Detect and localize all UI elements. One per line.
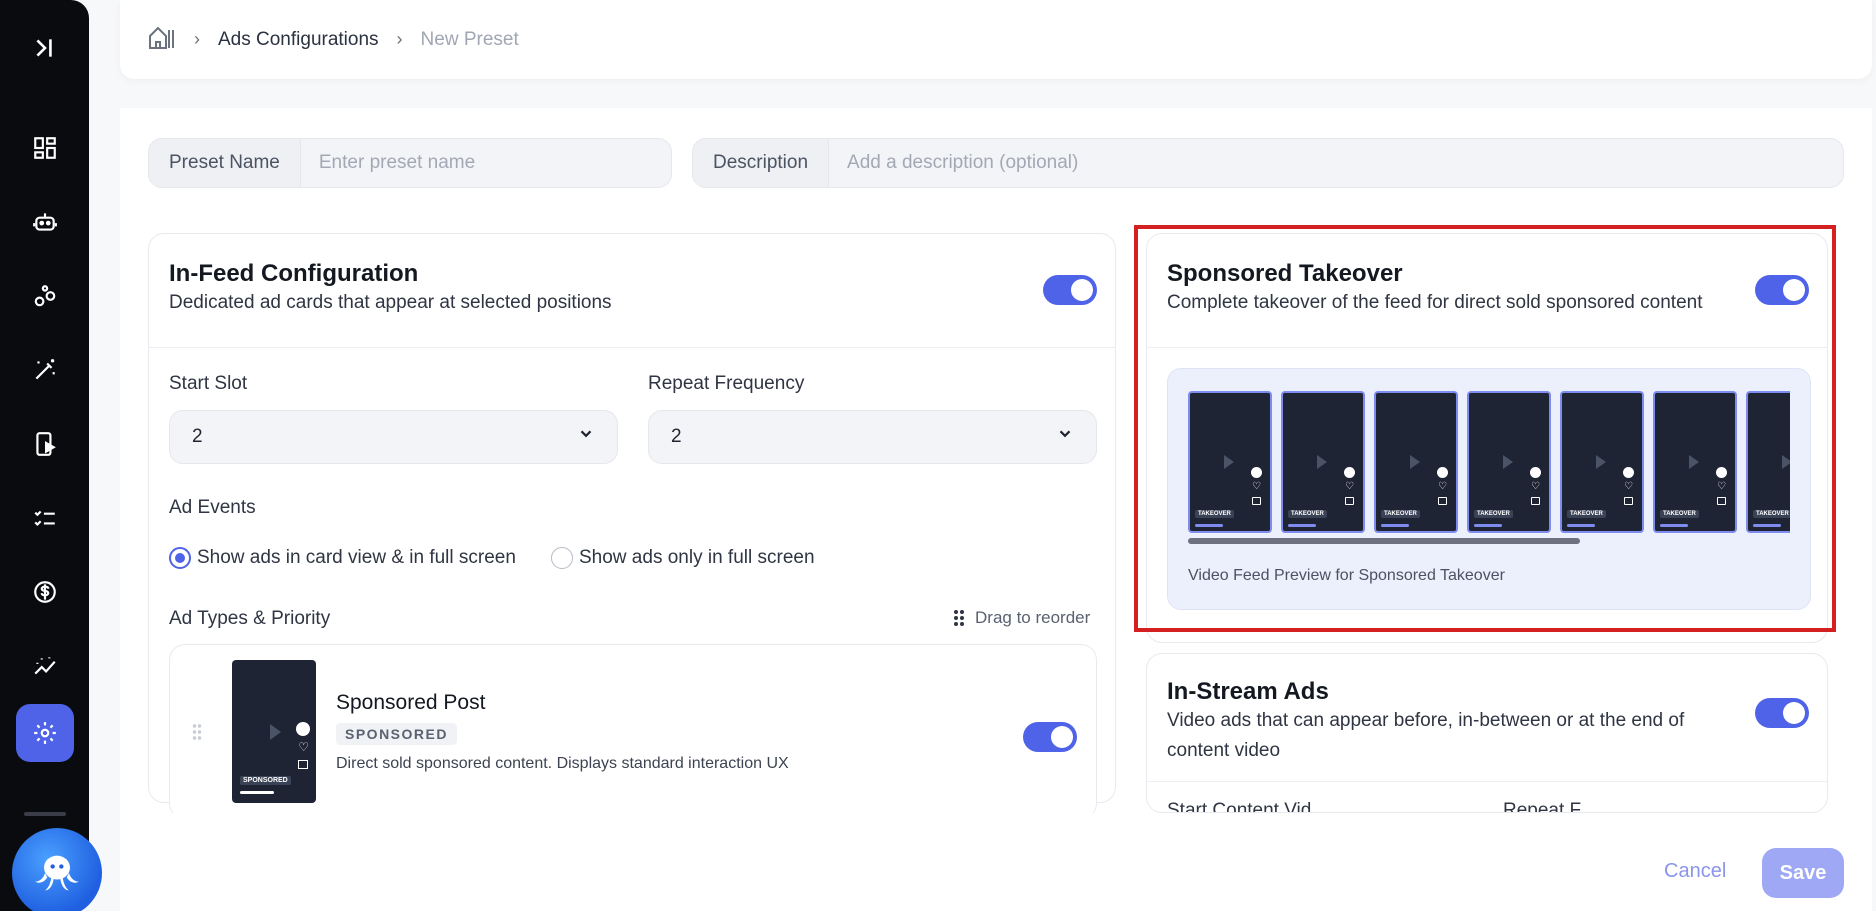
start-slot-select[interactable]: 2 (169, 410, 618, 464)
sponsored-post-thumbnail: ♡ SPONSORED (232, 660, 316, 803)
ad-types-label: Ad Types & Priority (169, 608, 331, 629)
ad-events-label: Ad Events (169, 497, 256, 518)
preset-name-input[interactable] (300, 139, 671, 187)
ad-events-option-full-only[interactable]: Show ads only in full screen (551, 547, 815, 569)
comment-icon (298, 760, 308, 769)
sponsored-post-toggle[interactable] (1023, 722, 1077, 752)
in-stream-title: In-Stream Ads (1167, 678, 1329, 705)
chevron-down-icon (577, 425, 595, 449)
repeat-frequency-value: 2 (671, 426, 682, 447)
in-feed-title: In-Feed Configuration (169, 260, 419, 287)
chevron-down-icon (1056, 425, 1074, 449)
octopus-logo-icon[interactable] (12, 828, 102, 911)
breadcrumb-current: New Preset (420, 28, 519, 50)
drag-handle-icon (954, 610, 964, 626)
in-stream-subtitle-2: content video (1167, 740, 1281, 761)
start-slot-value: 2 (192, 426, 203, 447)
footer-bar (120, 813, 1872, 911)
dollar-icon[interactable] (21, 568, 69, 616)
ad-type-item-sponsored-post[interactable]: ♡ SPONSORED Sponsored Post SPONSORED Dir… (169, 644, 1097, 819)
sponsored-thumb-tag: SPONSORED (240, 776, 291, 785)
highlight-annotation (1134, 225, 1836, 632)
in-stream-toggle[interactable] (1755, 698, 1809, 728)
in-feed-toggle[interactable] (1043, 275, 1097, 305)
start-slot-label: Start Slot (169, 373, 248, 394)
cancel-button[interactable]: Cancel (1664, 860, 1726, 883)
save-button[interactable]: Save (1762, 848, 1844, 898)
drag-handle-icon[interactable] (192, 723, 202, 746)
segments-icon[interactable] (21, 272, 69, 320)
preset-name-field: Preset Name (148, 138, 672, 188)
radio-unselected-icon[interactable] (551, 547, 573, 569)
divider (149, 347, 1115, 348)
in-stream-repeat-label: Repeat F (1503, 800, 1582, 813)
heart-icon: ♡ (298, 740, 309, 754)
repeat-frequency-select[interactable]: 2 (648, 410, 1097, 464)
in-stream-card: In-Stream Ads Video ads that can appear … (1146, 653, 1828, 813)
breadcrumb-ads-configurations[interactable]: Ads Configurations (218, 29, 379, 51)
breadcrumb: › Ads Configurations › New Preset (148, 24, 519, 56)
ad-events-option-label: Show ads only in full screen (579, 547, 815, 568)
in-feed-card: In-Feed Configuration Dedicated ad cards… (148, 233, 1116, 819)
ad-events-option-card-and-full[interactable]: Show ads in card view & in full screen (169, 547, 516, 569)
ad-type-badge: SPONSORED (336, 723, 457, 745)
sidebar-divider (24, 812, 66, 816)
description-label: Description (693, 139, 830, 187)
checklist-icon[interactable] (21, 494, 69, 542)
divider (1147, 781, 1827, 782)
breadcrumb-chevron-icon: › (396, 29, 403, 49)
drag-hint-text: Drag to reorder (975, 608, 1091, 627)
drag-to-reorder-hint: Drag to reorder (953, 608, 1090, 628)
repeat-frequency-label: Repeat Frequency (648, 373, 805, 394)
ad-type-description: Direct sold sponsored content. Displays … (336, 755, 789, 772)
expand-sidebar-icon[interactable] (21, 24, 69, 72)
mobile-video-icon[interactable] (21, 420, 69, 468)
in-feed-subtitle: Dedicated ad cards that appear at select… (169, 292, 612, 313)
in-stream-subtitle-1: Video ads that can appear before, in-bet… (1167, 710, 1685, 731)
preset-name-label: Preset Name (149, 139, 301, 187)
analytics-icon[interactable] (21, 642, 69, 690)
description-field: Description (692, 138, 1844, 188)
home-icon[interactable] (148, 24, 176, 56)
ad-type-title: Sponsored Post (336, 691, 486, 714)
play-icon (270, 724, 281, 740)
sidebar (0, 0, 102, 911)
radio-selected-icon[interactable] (169, 547, 191, 569)
breadcrumb-chevron-icon: › (194, 29, 200, 49)
settings-icon[interactable] (16, 704, 74, 762)
progress-bar (240, 791, 274, 794)
top-bar: › Ads Configurations › New Preset (120, 0, 1872, 79)
magic-wand-icon[interactable] (21, 346, 69, 394)
avatar-dot-icon (296, 722, 310, 736)
ad-events-option-label: Show ads in card view & in full screen (197, 547, 516, 568)
robot-icon[interactable] (21, 198, 69, 246)
description-input[interactable] (829, 139, 1843, 187)
dashboard-icon[interactable] (21, 124, 69, 172)
start-content-video-label: Start Content Vid (1167, 800, 1312, 813)
